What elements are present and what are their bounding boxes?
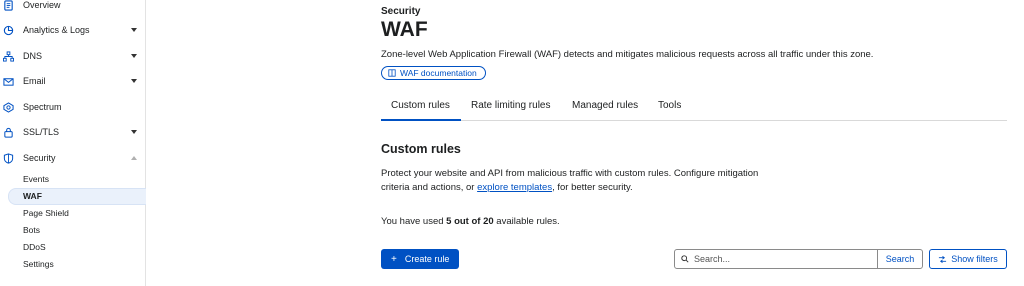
section-title: Custom rules xyxy=(381,142,461,156)
sidebar-subitem-waf[interactable]: WAF xyxy=(0,188,146,204)
chevron-up-icon[interactable] xyxy=(131,156,137,160)
sidebar-item-ssl-tls[interactable]: SSL/TLS xyxy=(0,121,146,143)
network-icon xyxy=(3,50,14,62)
document-icon xyxy=(3,0,14,11)
chevron-down-icon[interactable] xyxy=(131,54,137,58)
sidebar-item-dns[interactable]: DNS xyxy=(0,45,146,67)
book-icon xyxy=(388,69,396,77)
section-description: Protect your website and API from malici… xyxy=(381,167,761,195)
sidebar-item-spectrum[interactable]: Spectrum xyxy=(0,96,146,118)
sidebar-subitem-label: Events xyxy=(23,174,49,184)
sidebar-subitem-page-shield[interactable]: Page Shield xyxy=(0,205,146,221)
chevron-down-icon[interactable] xyxy=(131,79,137,83)
sidebar-subitem-label: Settings xyxy=(23,259,54,269)
sidebar-subitem-label: Bots xyxy=(23,225,41,235)
create-rule-label: Create rule xyxy=(404,254,450,264)
sidebar-item-security[interactable]: Security xyxy=(0,147,146,169)
explore-templates-link[interactable]: explore templates xyxy=(477,182,552,193)
sidebar-item-analytics[interactable]: Analytics & Logs xyxy=(0,19,146,41)
chevron-down-icon[interactable] xyxy=(131,130,137,134)
description-text-end: , for better security. xyxy=(552,182,633,193)
tab-managed-rules[interactable]: Managed rules xyxy=(572,100,638,111)
shield-icon xyxy=(3,152,14,164)
sidebar-item-email[interactable]: Email xyxy=(0,70,146,92)
sidebar-subitem-label: DDoS xyxy=(23,242,46,252)
active-tab-indicator xyxy=(381,119,461,121)
sidebar-subitem-settings[interactable]: Settings xyxy=(0,256,146,272)
chevron-down-icon[interactable] xyxy=(131,28,137,32)
search-button[interactable]: Search xyxy=(877,249,923,269)
tab-rate-limiting-rules[interactable]: Rate limiting rules xyxy=(471,100,550,111)
page-title: WAF xyxy=(381,18,428,41)
sidebar-item-overview[interactable]: Overview xyxy=(0,0,146,16)
plus-icon: + xyxy=(391,253,397,265)
search-input[interactable]: Search... xyxy=(674,249,878,269)
lock-icon xyxy=(3,127,14,138)
tab-tools[interactable]: Tools xyxy=(658,100,681,111)
sidebar-item-label: Analytics & Logs xyxy=(23,25,90,35)
search-icon xyxy=(681,255,689,263)
sidebar-item-label: SSL/TLS xyxy=(23,127,60,137)
usage-count: 5 out of 20 xyxy=(446,216,494,227)
usage-prefix: You have used xyxy=(381,216,447,227)
create-rule-button[interactable]: + Create rule xyxy=(381,249,459,269)
sidebar-item-label: Overview xyxy=(23,0,61,10)
sidebar: Overview Analytics & Logs DNS Email Spec… xyxy=(0,0,146,286)
tab-bar: Custom rules Rate limiting rules Managed… xyxy=(381,92,1007,121)
spectrum-icon xyxy=(3,101,14,113)
sidebar-subitem-label: Page Shield xyxy=(23,208,69,218)
waf-documentation-link[interactable]: WAF documentation xyxy=(381,66,486,80)
show-filters-button[interactable]: Show filters xyxy=(929,249,1007,269)
sidebar-item-label: DNS xyxy=(23,51,43,61)
sidebar-item-label: Spectrum xyxy=(23,102,62,112)
usage-suffix: available rules. xyxy=(493,216,560,227)
show-filters-label: Show filters xyxy=(951,254,998,264)
page-description: Zone-level Web Application Firewall (WAF… xyxy=(381,49,874,60)
breadcrumb[interactable]: Security xyxy=(381,6,420,17)
sidebar-subitem-label: WAF xyxy=(23,191,42,201)
tab-custom-rules[interactable]: Custom rules xyxy=(391,100,450,111)
sidebar-item-label: Email xyxy=(23,76,46,86)
chart-icon xyxy=(3,25,14,36)
sidebar-subitem-ddos[interactable]: DDoS xyxy=(0,239,146,255)
doc-link-label: WAF documentation xyxy=(400,68,477,78)
sidebar-subitem-bots[interactable]: Bots xyxy=(0,222,146,238)
sidebar-subitem-events[interactable]: Events xyxy=(0,171,146,187)
email-icon xyxy=(3,76,14,87)
search-placeholder: Search... xyxy=(694,254,731,264)
rule-usage-text: You have used 5 out of 20 available rule… xyxy=(381,216,560,227)
sidebar-item-label: Security xyxy=(23,153,56,163)
filter-icon xyxy=(939,255,947,263)
